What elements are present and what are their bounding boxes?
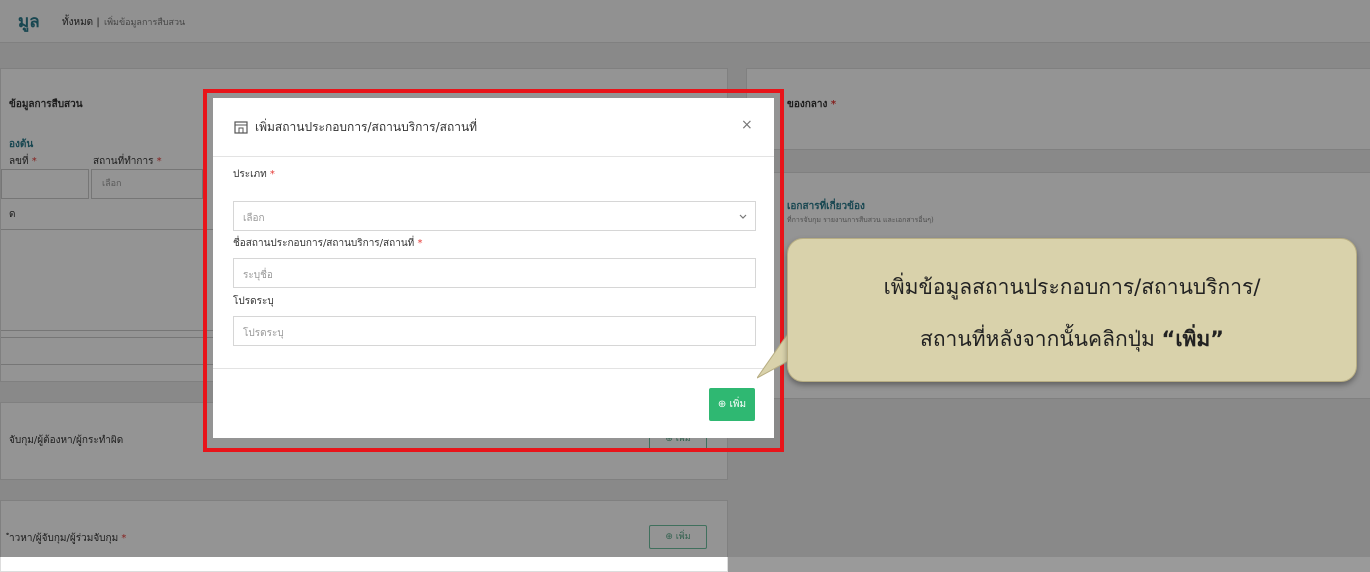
callout-emphasis: “เพิ่ม” <box>1161 327 1224 351</box>
callout-line-1: เพิ่มข้อมูลสถานประกอบการ/สถานบริการ/ <box>883 275 1261 299</box>
highlight-frame <box>203 89 784 452</box>
callout-line-2: สถานที่หลังจากนั้นคลิกปุ่ม “เพิ่ม” <box>920 327 1224 351</box>
instruction-callout: เพิ่มข้อมูลสถานประกอบการ/สถานบริการ/ สถา… <box>787 238 1357 382</box>
